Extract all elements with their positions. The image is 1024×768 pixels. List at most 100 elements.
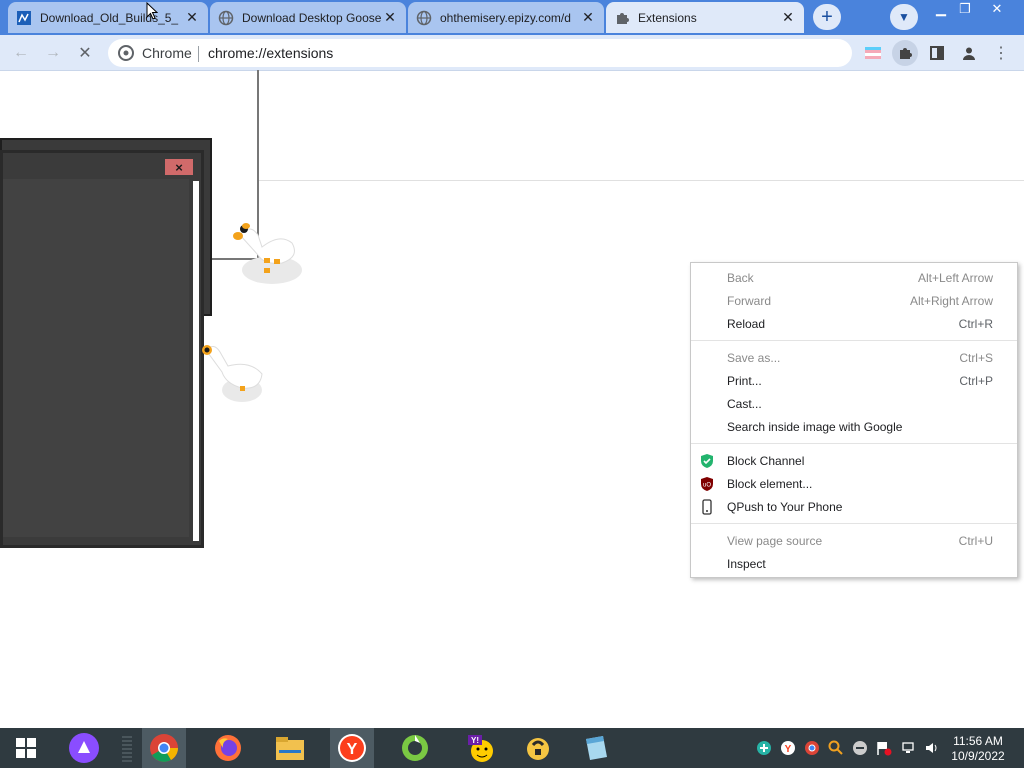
menu-item-qpush[interactable]: QPush to Your Phone: [691, 496, 1017, 519]
menu-item-label: Block Channel: [727, 454, 805, 468]
notepad-icon[interactable]: [574, 728, 618, 768]
tab-title: Download_Old_Builds_5_: [40, 10, 179, 25]
ublock-icon: uO: [699, 476, 715, 492]
app-green-icon[interactable]: [393, 728, 437, 768]
close-window-button[interactable]: ✕: [982, 0, 1012, 18]
menu-item-label: View page source: [727, 534, 823, 548]
tab-strip: Download_Old_Builds_5_ ✕ Download Deskto…: [0, 0, 1024, 35]
menu-item-shortcut: Ctrl+S: [959, 351, 993, 365]
menu-item-cast[interactable]: Cast...: [691, 393, 1017, 416]
menu-item-label: Save as...: [727, 351, 781, 365]
menu-item-shortcut: Ctrl+P: [959, 374, 993, 388]
sandbox-icon[interactable]: [516, 728, 560, 768]
chevron-down-icon: ▼: [898, 10, 910, 24]
tab-title: Extensions: [638, 10, 697, 25]
svg-text:Y: Y: [785, 744, 792, 755]
dark-window-body: [3, 179, 189, 537]
svg-text:Y: Y: [347, 741, 358, 758]
menu-item-shortcut: Ctrl+U: [958, 534, 993, 548]
tab-extensions[interactable]: Extensions ✕: [606, 2, 804, 33]
flag-error-icon[interactable]: [876, 740, 892, 756]
volume-icon[interactable]: [924, 740, 940, 756]
menu-separator: [691, 340, 1017, 341]
svg-text:uO: uO: [703, 483, 711, 489]
plus-icon: +: [821, 5, 833, 28]
menu-item-view-source[interactable]: View page source Ctrl+U: [691, 530, 1017, 553]
chrome-icon[interactable]: [142, 728, 186, 768]
app-icon: [16, 10, 32, 26]
file-explorer-icon[interactable]: [268, 728, 312, 768]
profile-avatar-icon[interactable]: [956, 40, 982, 66]
goose-sprite: [230, 215, 310, 293]
side-panel-icon[interactable]: [924, 40, 950, 66]
clock-time: 11:56 AM: [953, 734, 1003, 748]
menu-kebab-icon[interactable]: ⋮: [988, 40, 1014, 66]
menu-item-reload[interactable]: Reload Ctrl+R: [691, 313, 1017, 336]
phone-icon: [699, 499, 715, 515]
search-tray-icon[interactable]: [828, 740, 844, 756]
forward-arrow-icon[interactable]: →: [40, 40, 66, 66]
alice-assistant-icon[interactable]: [62, 728, 106, 768]
close-icon: ×: [175, 159, 183, 175]
yandex-browser-icon[interactable]: Y: [330, 728, 374, 768]
menu-item-shortcut: Ctrl+R: [958, 317, 993, 331]
shield-icon: [699, 453, 715, 469]
menu-item-inspect[interactable]: Inspect: [691, 553, 1017, 576]
menu-item-label: Forward: [727, 294, 772, 308]
windows-taskbar: Y Y! Y: [0, 728, 1024, 768]
tab-download-desktop-goose[interactable]: Download Desktop Goose ✕: [210, 2, 406, 33]
yahoo-messenger-icon[interactable]: Y!: [458, 728, 502, 768]
taskbar-clock[interactable]: 11:56 AM 10/9/2022: [948, 734, 1008, 764]
new-tab-button[interactable]: +: [813, 4, 841, 30]
tab-close-icon[interactable]: ✕: [184, 9, 200, 26]
chrome-logo-icon: [118, 45, 134, 64]
minimize-icon: ▁: [936, 1, 946, 16]
address-bar[interactable]: Chrome chrome://extensions: [108, 39, 852, 67]
firefox-icon[interactable]: [206, 728, 250, 768]
tab-title: ohthemisery.epizy.com/d: [440, 10, 571, 25]
menu-item-label: Cast...: [727, 397, 762, 411]
menu-item-label: Print...: [727, 374, 762, 388]
menu-item-forward[interactable]: Forward Alt+Right Arrow: [691, 290, 1017, 313]
menu-item-block-channel[interactable]: Block Channel: [691, 450, 1017, 473]
tab-close-icon[interactable]: ✕: [580, 9, 596, 26]
extensions-puzzle-icon[interactable]: [892, 40, 918, 66]
taskbar-grip: [122, 734, 132, 762]
back-arrow-icon[interactable]: ←: [8, 40, 34, 66]
close-icon: ✕: [991, 1, 1003, 16]
tray-app-icon[interactable]: [756, 740, 772, 756]
menu-item-back[interactable]: Back Alt+Left Arrow: [691, 267, 1017, 290]
clock-date: 10/9/2022: [951, 749, 1005, 763]
page-header-divider: [258, 180, 1024, 181]
extension-flag-icon[interactable]: [860, 40, 886, 66]
menu-item-label: Back: [727, 271, 754, 285]
network-icon[interactable]: [900, 740, 916, 756]
tab-close-icon[interactable]: ✕: [382, 9, 398, 26]
url-text[interactable]: chrome://extensions: [208, 45, 333, 61]
yandex-tray-icon[interactable]: Y: [780, 740, 796, 756]
tab-ohthemisery[interactable]: ohthemisery.epizy.com/d ✕: [408, 2, 604, 33]
globe-icon: [416, 10, 432, 26]
tab-close-icon[interactable]: ✕: [780, 9, 796, 26]
tab-download-old-builds[interactable]: Download_Old_Builds_5_ ✕: [8, 2, 208, 33]
mouse-cursor-icon: [146, 1, 159, 23]
restore-button[interactable]: ❐: [950, 0, 980, 18]
dark-window-close-button[interactable]: ×: [165, 159, 193, 175]
menu-item-label: Search inside image with Google: [727, 420, 903, 434]
omnibox-divider: [198, 46, 199, 62]
menu-item-search-image-google[interactable]: Search inside image with Google: [691, 416, 1017, 439]
windows-start-icon[interactable]: [4, 728, 48, 768]
chrome-tray-icon[interactable]: [804, 740, 820, 756]
goose-sprite: [198, 340, 268, 408]
menu-item-save-as[interactable]: Save as... Ctrl+S: [691, 347, 1017, 370]
menu-item-print[interactable]: Print... Ctrl+P: [691, 370, 1017, 393]
menu-item-block-element[interactable]: uO Block element...: [691, 473, 1017, 496]
menu-item-label: QPush to Your Phone: [727, 500, 843, 514]
menu-item-label: Block element...: [727, 477, 813, 491]
menu-item-label: Inspect: [727, 557, 766, 571]
stop-loading-icon[interactable]: ✕: [72, 40, 98, 66]
minus-circle-icon[interactable]: [852, 740, 868, 756]
tab-search-button[interactable]: ▼: [890, 4, 918, 30]
globe-icon: [218, 10, 234, 26]
puzzle-icon: [614, 10, 630, 26]
